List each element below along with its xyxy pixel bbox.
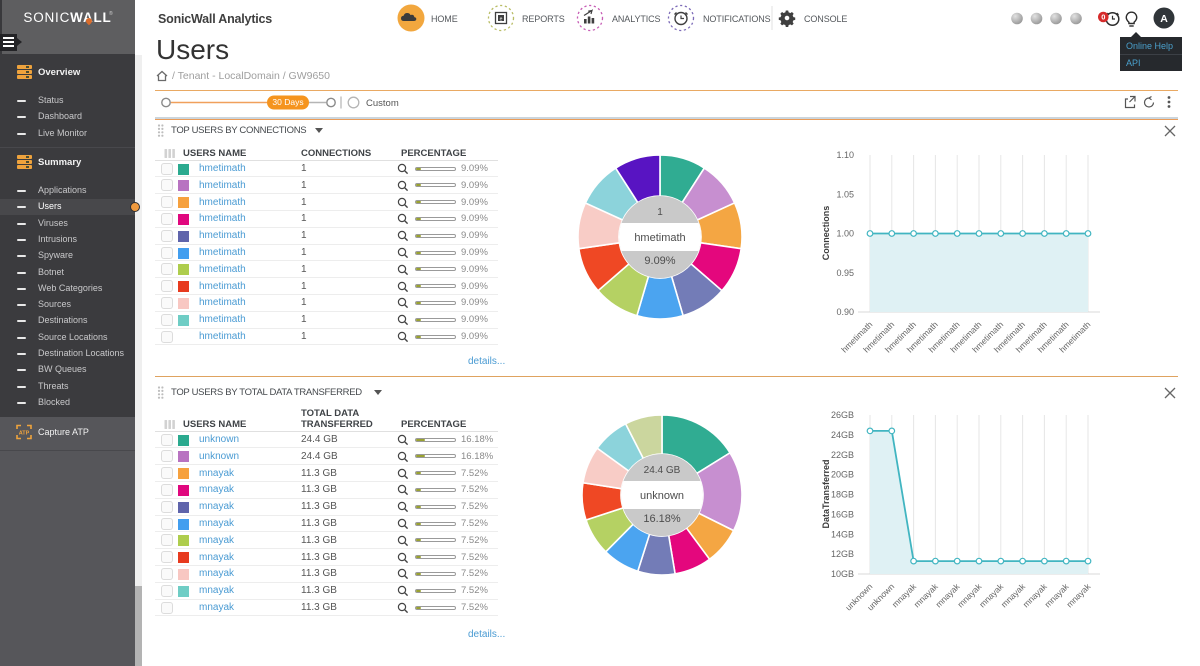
svg-text:14GB: 14GB	[831, 529, 854, 539]
svg-text:Connections: Connections	[821, 206, 831, 261]
svg-text:0.90: 0.90	[836, 307, 854, 317]
svg-text:16.18%: 16.18%	[643, 513, 681, 525]
svg-text:DataTransferred: DataTransferred	[821, 459, 831, 528]
svg-text:Custom: Custom	[366, 98, 399, 109]
svg-text:A: A	[1160, 13, 1168, 25]
svg-text:16GB: 16GB	[831, 509, 854, 519]
svg-text:1: 1	[657, 207, 663, 218]
svg-text:hmetimath: hmetimath	[634, 232, 685, 244]
svg-text:24GB: 24GB	[831, 430, 854, 440]
svg-text:26GB: 26GB	[831, 410, 854, 420]
svg-text:1.05: 1.05	[836, 189, 854, 199]
svg-text:1.10: 1.10	[836, 150, 854, 160]
svg-text:unknown: unknown	[640, 490, 684, 502]
svg-text:24.4 GB: 24.4 GB	[644, 465, 681, 476]
svg-text:0.95: 0.95	[836, 268, 854, 278]
svg-text:1.00: 1.00	[836, 229, 854, 239]
svg-text:e: e	[500, 17, 503, 23]
svg-text:22GB: 22GB	[831, 450, 854, 460]
svg-text:mnayak: mnayak	[1064, 581, 1093, 610]
svg-text:12GB: 12GB	[831, 549, 854, 559]
svg-text:0: 0	[1101, 13, 1105, 22]
svg-text:18GB: 18GB	[831, 490, 854, 500]
svg-text:10GB: 10GB	[831, 569, 854, 579]
svg-text:20GB: 20GB	[831, 470, 854, 480]
svg-text:30 Days: 30 Days	[272, 97, 303, 107]
svg-text:ATP: ATP	[19, 431, 30, 437]
svg-text:9.09%: 9.09%	[644, 255, 675, 267]
